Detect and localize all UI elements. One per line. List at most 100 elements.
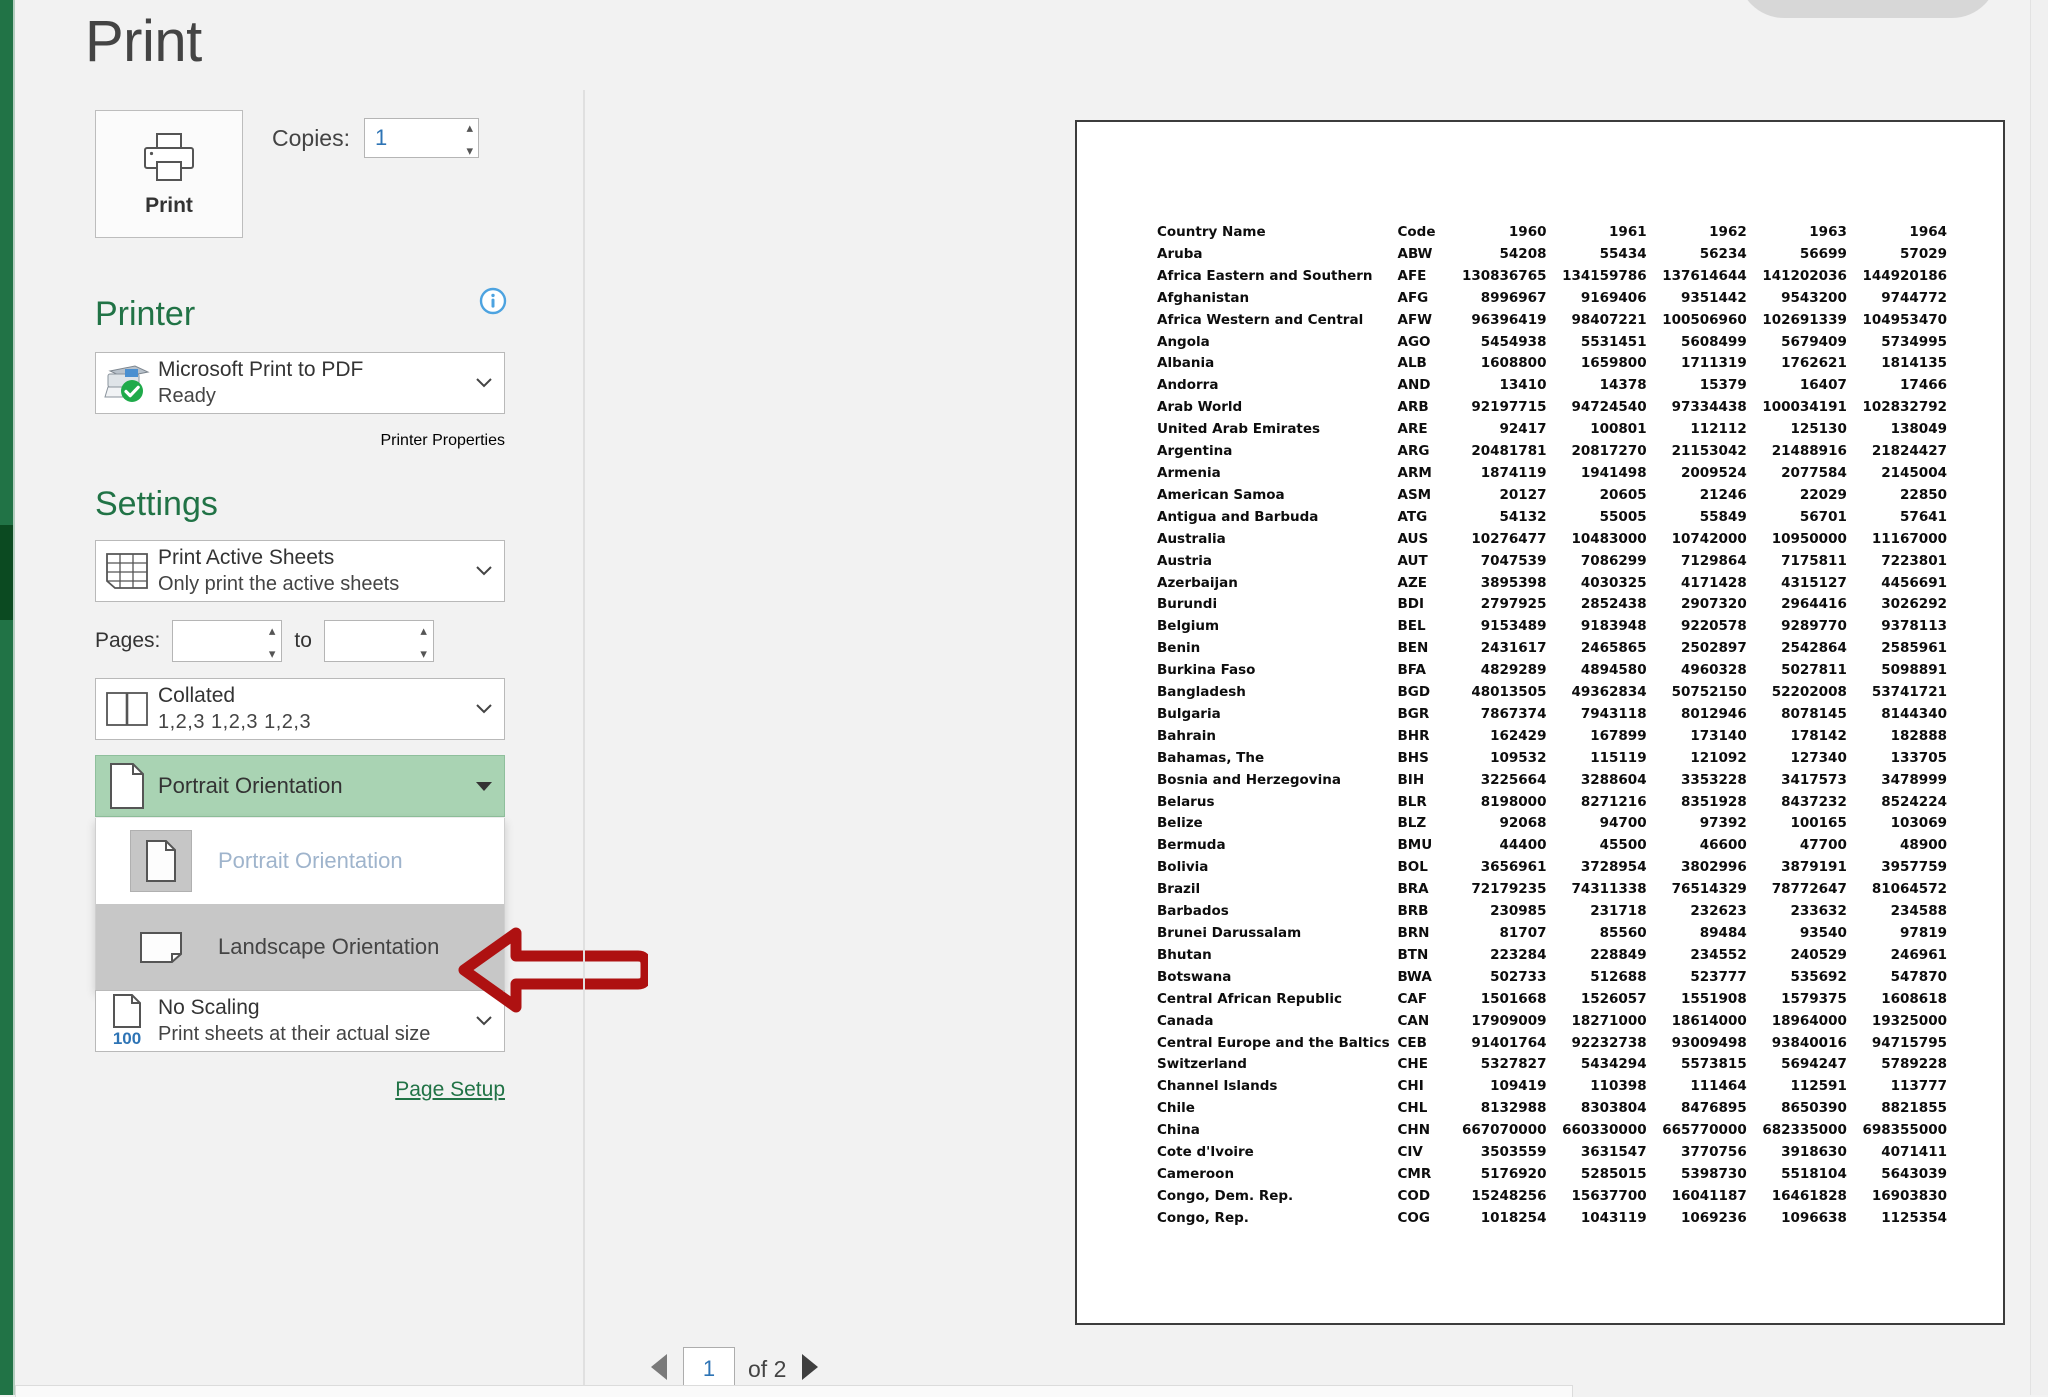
table-row: AndorraAND1341014378153791640717466 bbox=[1157, 375, 1947, 397]
table-cell: 5679409 bbox=[1747, 332, 1847, 354]
chevron-down-icon[interactable] bbox=[464, 1016, 504, 1026]
table-cell: ARG bbox=[1398, 441, 1447, 463]
table-cell: Burundi bbox=[1157, 594, 1398, 616]
next-page-triangle-icon[interactable] bbox=[799, 1352, 821, 1387]
table-cell: 50752150 bbox=[1647, 682, 1747, 704]
table-cell: 112112 bbox=[1647, 419, 1747, 441]
table-cell: 134159786 bbox=[1546, 266, 1646, 288]
table-cell: 1762621 bbox=[1747, 353, 1847, 375]
table-cell: Bahrain bbox=[1157, 726, 1398, 748]
table-cell: 81707 bbox=[1446, 923, 1546, 945]
table-cell: Bulgaria bbox=[1157, 704, 1398, 726]
table-cell: Andorra bbox=[1157, 375, 1398, 397]
pages-from-increment-icon[interactable]: ▴ bbox=[269, 624, 276, 637]
table-cell: 125130 bbox=[1747, 419, 1847, 441]
table-cell: Bhutan bbox=[1157, 945, 1398, 967]
table-cell: 94700 bbox=[1546, 813, 1646, 835]
orientation-option-landscape[interactable]: Landscape Orientation bbox=[96, 904, 504, 990]
table-cell: 52202008 bbox=[1747, 682, 1847, 704]
table-cell: 5643039 bbox=[1847, 1164, 1947, 1186]
table-cell: 144920186 bbox=[1847, 266, 1947, 288]
table-cell: China bbox=[1157, 1120, 1398, 1142]
table-cell: 9153489 bbox=[1446, 616, 1546, 638]
table-cell: 20127 bbox=[1446, 485, 1546, 507]
table-cell: AFG bbox=[1398, 288, 1447, 310]
orientation-option-portrait-label: Portrait Orientation bbox=[218, 848, 403, 874]
table-cell: 2964416 bbox=[1747, 594, 1847, 616]
table-cell: 5454938 bbox=[1446, 332, 1546, 354]
table-cell: 3417573 bbox=[1747, 770, 1847, 792]
scaling-title: No Scaling bbox=[158, 995, 464, 1021]
table-cell: 1096638 bbox=[1747, 1208, 1847, 1230]
pages-to-spinner[interactable]: ▴ ▾ bbox=[420, 624, 427, 660]
table-cell: 5608499 bbox=[1647, 332, 1747, 354]
table-cell: 8650390 bbox=[1747, 1098, 1847, 1120]
app-accent-strip bbox=[0, 0, 13, 1395]
table-cell: Bangladesh bbox=[1157, 682, 1398, 704]
chevron-down-icon[interactable] bbox=[464, 378, 504, 388]
table-cell: 9220578 bbox=[1647, 616, 1747, 638]
print-button[interactable]: Print bbox=[95, 110, 243, 238]
chevron-down-icon[interactable] bbox=[464, 704, 504, 714]
table-cell: 115119 bbox=[1546, 748, 1646, 770]
copies-spinner-buttons[interactable]: ▴ ▾ bbox=[466, 121, 473, 157]
table-cell: Africa Western and Central bbox=[1157, 310, 1398, 332]
table-cell: 10950000 bbox=[1747, 529, 1847, 551]
column-header: 1963 bbox=[1747, 222, 1847, 244]
column-header: Code bbox=[1398, 222, 1447, 244]
info-icon[interactable] bbox=[478, 286, 508, 321]
chevron-down-icon[interactable] bbox=[464, 781, 504, 792]
table-cell: 72179235 bbox=[1446, 879, 1546, 901]
table-row: Antigua and BarbudaATG541325500555849567… bbox=[1157, 507, 1947, 529]
table-cell: 55434 bbox=[1546, 244, 1646, 266]
pages-from-spinner[interactable]: ▴ ▾ bbox=[269, 624, 276, 660]
pages-to-decrement-icon[interactable]: ▾ bbox=[420, 647, 427, 660]
table-cell: 7086299 bbox=[1546, 551, 1646, 573]
pages-to-input[interactable]: ▴ ▾ bbox=[324, 620, 434, 662]
table-cell: 92068 bbox=[1446, 813, 1546, 835]
table-cell: CHE bbox=[1398, 1054, 1447, 1076]
print-area-select[interactable]: Print Active Sheets Only print the activ… bbox=[95, 540, 505, 602]
table-cell: Switzerland bbox=[1157, 1054, 1398, 1076]
table-cell: COG bbox=[1398, 1208, 1447, 1230]
printer-select[interactable]: Microsoft Print to PDF Ready bbox=[95, 352, 505, 414]
pages-from-decrement-icon[interactable]: ▾ bbox=[269, 647, 276, 660]
prev-page-triangle-icon[interactable] bbox=[648, 1352, 670, 1387]
table-row: Congo, Rep.COG10182541043119106923610966… bbox=[1157, 1208, 1947, 1230]
table-cell: 21153042 bbox=[1647, 441, 1747, 463]
table-row: BermudaBMU4440045500466004770048900 bbox=[1157, 835, 1947, 857]
table-cell: BHR bbox=[1398, 726, 1447, 748]
table-cell: Central African Republic bbox=[1157, 989, 1398, 1011]
table-cell: 13410 bbox=[1446, 375, 1546, 397]
table-cell: BGR bbox=[1398, 704, 1447, 726]
chevron-down-icon[interactable] bbox=[464, 566, 504, 576]
table-cell: 3728954 bbox=[1546, 857, 1646, 879]
table-cell: 665770000 bbox=[1647, 1120, 1747, 1142]
copies-increment-icon[interactable]: ▴ bbox=[466, 121, 473, 134]
table-cell: 5531451 bbox=[1546, 332, 1646, 354]
table-cell: AUT bbox=[1398, 551, 1447, 573]
scaling-select[interactable]: 100 No Scaling Print sheets at their act… bbox=[95, 990, 505, 1052]
table-cell: 111464 bbox=[1647, 1076, 1747, 1098]
scaling-percent-badge: 100 bbox=[111, 1029, 143, 1049]
table-row: Cote d'IvoireCIV350355936315473770756391… bbox=[1157, 1142, 1947, 1164]
pages-from-input[interactable]: ▴ ▾ bbox=[172, 620, 282, 662]
table-row: BrazilBRA7217923574311338765143297877264… bbox=[1157, 879, 1947, 901]
collation-select[interactable]: Collated 1,2,3 1,2,3 1,2,3 bbox=[95, 678, 505, 740]
orientation-select[interactable]: Portrait Orientation bbox=[95, 755, 505, 817]
table-cell: 7943118 bbox=[1546, 704, 1646, 726]
table-row: United Arab EmiratesARE92417100801112112… bbox=[1157, 419, 1947, 441]
page-setup-link[interactable]: Page Setup bbox=[395, 1078, 505, 1101]
pages-to-increment-icon[interactable]: ▴ bbox=[420, 624, 427, 637]
printer-properties-link[interactable]: Printer Properties bbox=[381, 432, 506, 449]
copies-decrement-icon[interactable]: ▾ bbox=[466, 144, 473, 157]
orientation-option-portrait[interactable]: Portrait Orientation bbox=[96, 818, 504, 904]
table-cell: 15248256 bbox=[1446, 1186, 1546, 1208]
table-cell: 10276477 bbox=[1446, 529, 1546, 551]
copies-stepper[interactable]: 1 ▴ ▾ bbox=[364, 118, 479, 158]
table-cell: 547870 bbox=[1847, 967, 1947, 989]
table-cell: 3478999 bbox=[1847, 770, 1947, 792]
table-cell: 1711319 bbox=[1647, 353, 1747, 375]
table-cell: Bosnia and Herzegovina bbox=[1157, 770, 1398, 792]
table-cell: BFA bbox=[1398, 660, 1447, 682]
